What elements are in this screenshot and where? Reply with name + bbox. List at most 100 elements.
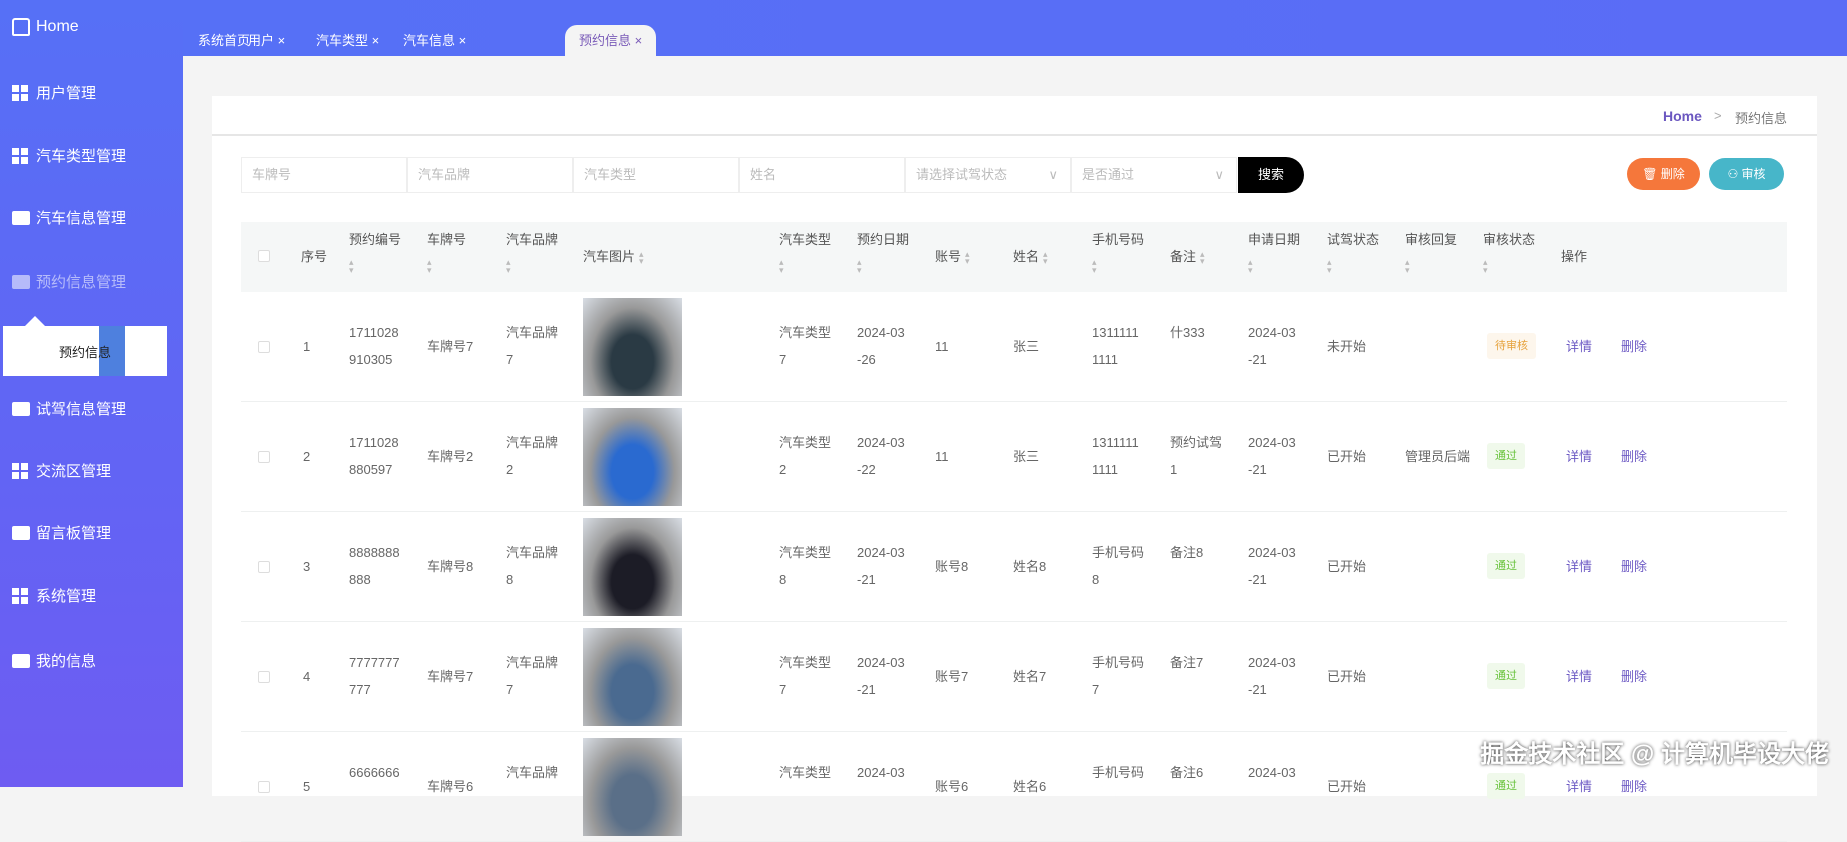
delete-link[interactable]: 删除 (1621, 446, 1647, 465)
grid-icon (12, 462, 30, 479)
detail-link[interactable]: 详情 (1566, 336, 1592, 355)
name: 张三 (1013, 339, 1040, 354)
status-badge: 通过 (1487, 443, 1525, 469)
grid-icon (12, 587, 30, 604)
status-badge: 通过 (1487, 553, 1525, 579)
delete-link[interactable]: 删除 (1621, 776, 1647, 795)
sidebar-item-5[interactable]: 交流区管理 (12, 460, 111, 481)
sort-icon[interactable]: ▴ ▾ (1248, 258, 1300, 275)
sort-icon[interactable]: ▴ ▾ (506, 258, 558, 275)
column-header[interactable]: 手机号码 ▴ ▾ (1092, 230, 1144, 275)
column-header[interactable]: 汽车品牌 ▴ ▾ (506, 230, 558, 275)
sort-icon[interactable]: ▴ ▾ (1327, 258, 1379, 275)
detail-link[interactable]: 详情 (1566, 556, 1592, 575)
detail-link[interactable]: 详情 (1566, 666, 1592, 685)
sort-icon[interactable]: ▴ ▾ (427, 258, 466, 275)
car-image[interactable] (583, 738, 682, 836)
select-placeholder: 请选择试驾状态 (916, 167, 1008, 182)
column-header[interactable]: 预约编号 ▴ ▾ (349, 230, 401, 275)
column-header[interactable]: 备注 ▴ ▾ (1170, 247, 1205, 267)
sidebar-item-8[interactable]: 我的信息 (12, 650, 96, 671)
sidebar-item-7[interactable]: 系统管理 (12, 585, 96, 606)
reservation-number-line: 6666666 (349, 765, 400, 780)
search-button[interactable]: 搜索 (1238, 157, 1304, 193)
sort-icon[interactable]: ▴ ▾ (1405, 258, 1457, 275)
sort-icon[interactable]: ▴ ▾ (857, 258, 909, 275)
user-icon: ⚇ (1727, 167, 1742, 181)
column-header[interactable]: 预约日期 ▴ ▾ (857, 230, 909, 275)
reservation-number-line: 777 (349, 682, 371, 697)
sidebar-home[interactable]: Home (12, 18, 79, 36)
sidebar-item-4[interactable]: 试驾信息管理 (12, 398, 126, 419)
tab-1[interactable]: 用户 × (248, 25, 285, 56)
sort-icon[interactable]: ▴ ▾ (639, 249, 644, 265)
sidebar-item-6[interactable]: 留言板管理 (12, 522, 111, 543)
row-checkbox[interactable] (258, 451, 270, 463)
row-checkbox[interactable] (258, 781, 270, 793)
sidebar-item-1[interactable]: 汽车类型管理 (12, 145, 126, 166)
column-header[interactable]: 审核回复 ▴ ▾ (1405, 230, 1457, 275)
row-checkbox[interactable] (258, 561, 270, 573)
search-input-3[interactable]: 姓名 (739, 157, 905, 193)
row-checkbox[interactable] (258, 341, 270, 353)
sort-icon[interactable]: ▴ ▾ (779, 258, 831, 275)
sort-icon[interactable]: ▴ ▾ (1043, 249, 1048, 265)
drive-status: 已开始 (1327, 559, 1367, 574)
delete-button[interactable]: 🗑 删除 (1627, 158, 1700, 190)
select-all-checkbox[interactable] (258, 250, 270, 262)
submenu-item-reservation-info[interactable]: 预约信息 (3, 316, 167, 376)
plate-number: 车牌号2 (427, 449, 474, 464)
sort-icon[interactable]: ▴ ▾ (965, 249, 970, 265)
column-header[interactable]: 姓名 ▴ ▾ (1013, 247, 1048, 267)
search-input-0[interactable]: 车牌号 (241, 157, 407, 193)
column-header[interactable]: 汽车图片 ▴ ▾ (583, 247, 644, 267)
breadcrumb-home[interactable]: Home (1663, 108, 1702, 124)
column-header[interactable]: 车牌号 ▴ ▾ (427, 230, 466, 275)
sidebar-item-2[interactable]: 汽车信息管理 (12, 207, 126, 228)
car-image[interactable] (583, 408, 682, 506)
detail-link[interactable]: 详情 (1566, 446, 1592, 465)
column-header[interactable]: 账号 ▴ ▾ (935, 247, 970, 267)
car-brand: 汽车品牌 8 (506, 539, 558, 593)
car-image[interactable] (583, 518, 682, 616)
reservation-number-line: 7777777 (349, 655, 400, 670)
column-header[interactable]: 审核状态 ▴ ▾ (1483, 230, 1535, 275)
tab-3[interactable]: 汽车信息 × (403, 25, 466, 56)
sort-icon[interactable]: ▴ ▾ (1483, 258, 1535, 275)
filter-select-1[interactable]: 是否通过 ∨ (1071, 157, 1237, 193)
delete-link[interactable]: 删除 (1621, 666, 1647, 685)
sidebar-item-0[interactable]: 用户管理 (12, 82, 96, 103)
detail-link[interactable]: 详情 (1566, 776, 1592, 795)
car-image[interactable] (583, 298, 682, 396)
sort-icon[interactable]: ▴ ▾ (349, 258, 401, 275)
sidebar-item-3[interactable]: 预约信息管理 (12, 271, 126, 292)
car-image[interactable] (583, 628, 682, 726)
row-checkbox[interactable] (258, 671, 270, 683)
column-header[interactable]: 汽车类型 ▴ ▾ (779, 230, 832, 275)
column-header-label: 汽车类型 (779, 232, 832, 247)
reservation-date-line: 2024-03 (857, 325, 905, 340)
search-input-2[interactable]: 汽车类型 (573, 157, 739, 193)
sidebar-item-label: 试驾信息管理 (36, 401, 127, 418)
tab-0[interactable]: 系统首页 (198, 25, 250, 56)
remark-line: 备注6 (1170, 765, 1204, 780)
reservation-number-line: 1711028 (349, 435, 399, 450)
filter-select-0[interactable]: 请选择试驾状态 ∨ (905, 157, 1071, 193)
search-input-1[interactable]: 汽车品牌 (407, 157, 573, 193)
audit-button[interactable]: ⚇ 审核 (1709, 158, 1784, 190)
sort-icon[interactable]: ▴ ▾ (1092, 258, 1144, 275)
column-header[interactable]: 序号 (301, 247, 327, 267)
chart-icon (12, 525, 30, 540)
car-brand: 汽车品牌 7 (506, 649, 558, 703)
delete-link[interactable]: 删除 (1621, 336, 1647, 355)
car-type-line: 汽车类型 (779, 545, 832, 560)
briefcase-icon (12, 274, 30, 289)
column-header[interactable]: 申请日期 ▴ ▾ (1248, 230, 1300, 275)
column-header[interactable]: 试驾状态 ▴ ▾ (1327, 230, 1379, 275)
delete-link[interactable]: 删除 (1621, 556, 1647, 575)
account: 账号8 (935, 559, 969, 574)
sort-icon[interactable]: ▴ ▾ (1200, 249, 1205, 265)
scrollbar[interactable] (1819, 56, 1847, 787)
tab-4[interactable]: 预约信息 × (565, 25, 657, 56)
tab-2[interactable]: 汽车类型 × (316, 25, 379, 56)
